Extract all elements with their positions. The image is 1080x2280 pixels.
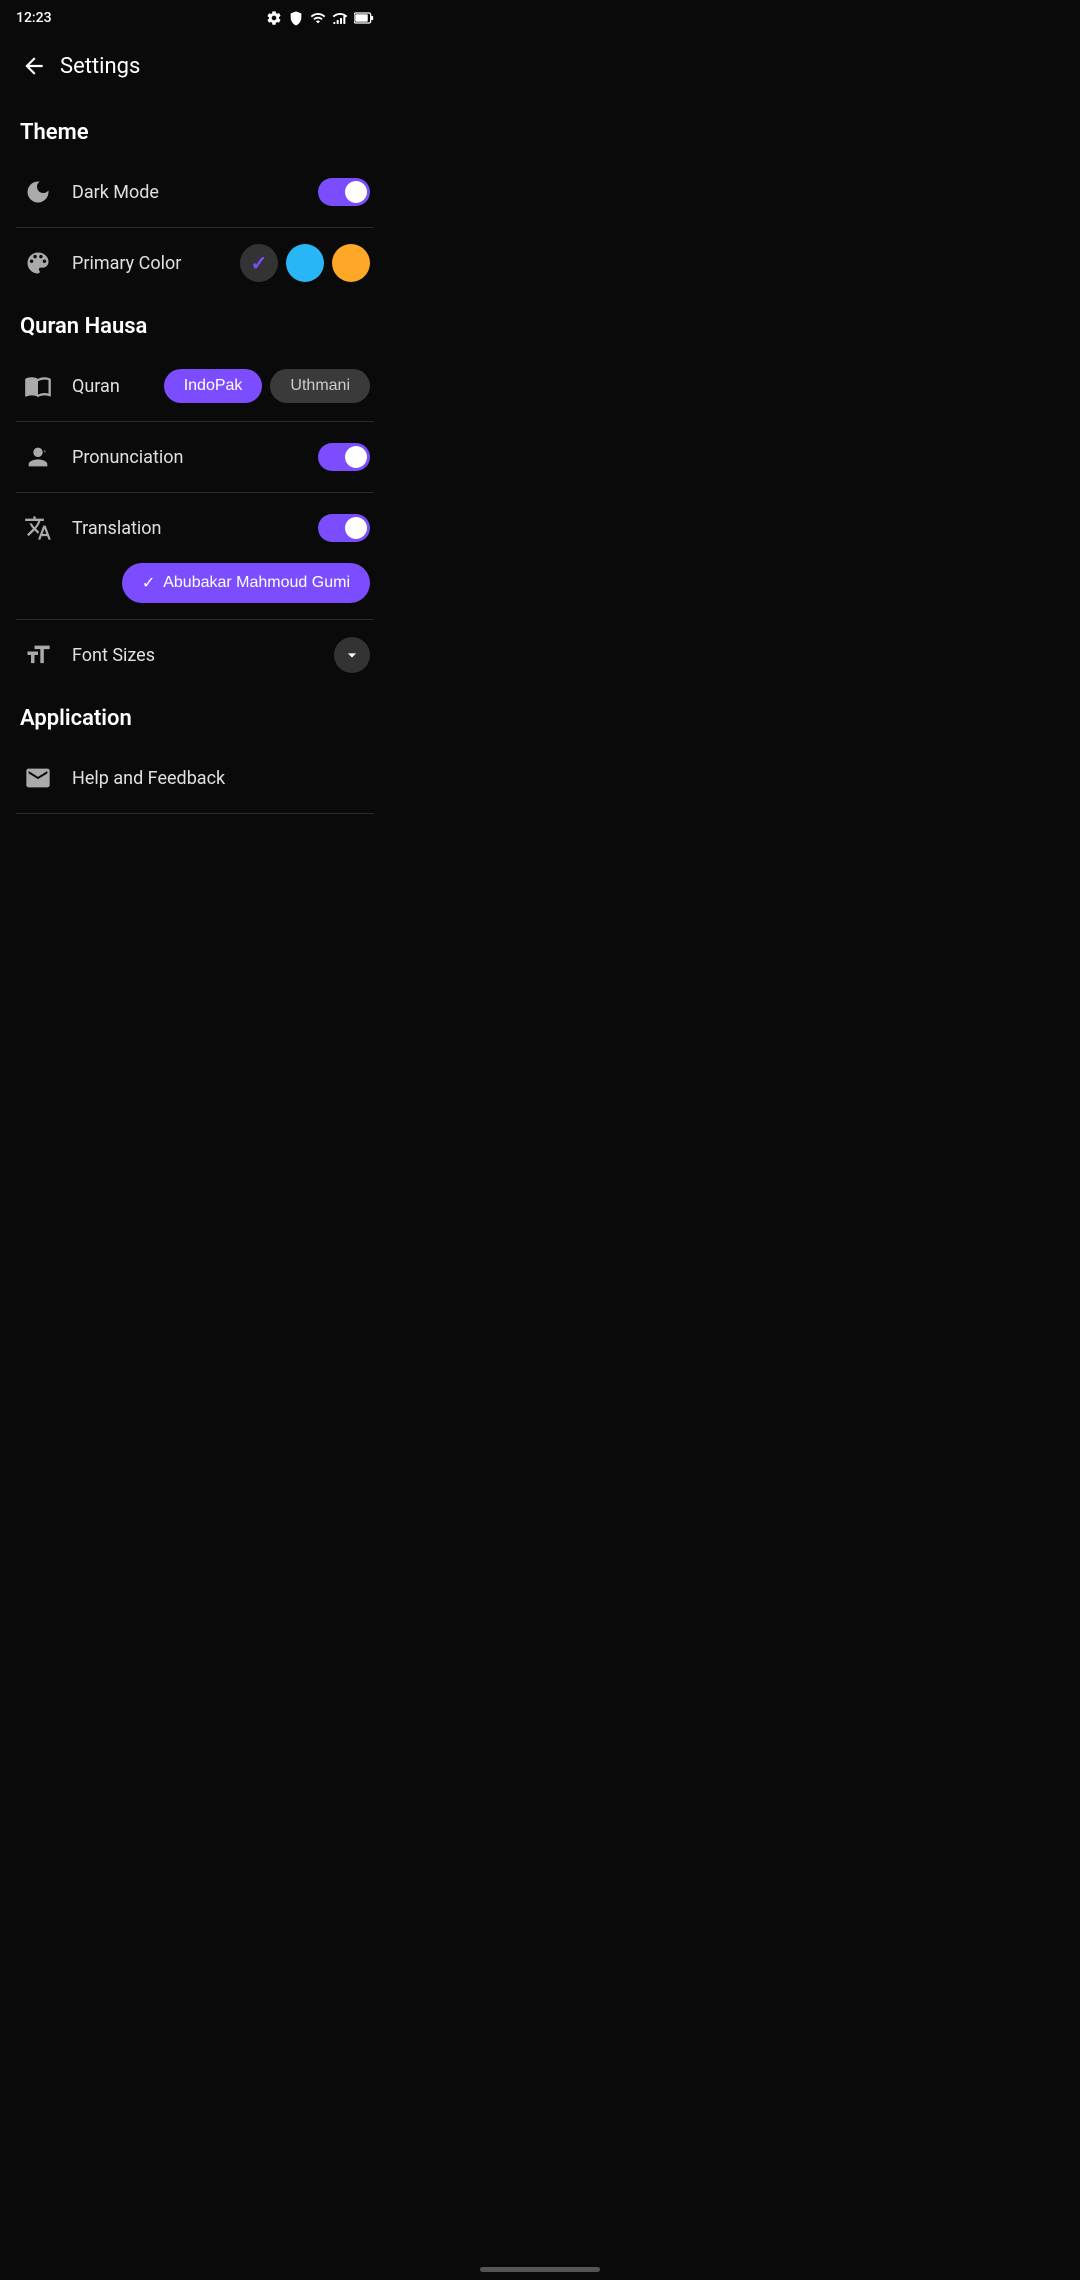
quran-icon xyxy=(20,368,56,404)
divider-5 xyxy=(16,813,374,814)
pronunciation-label: Pronunciation xyxy=(72,447,318,468)
theme-section: Theme Dark Mode Primary Color ✓ xyxy=(0,104,390,298)
translate-icon xyxy=(24,514,52,542)
settings-status-icon xyxy=(266,10,282,26)
translation-toggle-knob xyxy=(345,517,367,539)
pronunciation-toggle[interactable] xyxy=(318,443,370,471)
translation-label: Translation xyxy=(72,518,318,539)
dark-mode-label: Dark Mode xyxy=(72,182,318,203)
help-feedback-item[interactable]: Help and Feedback xyxy=(0,743,390,813)
translation-item[interactable]: Translation xyxy=(0,493,390,563)
application-section-header: Application xyxy=(0,690,390,743)
help-feedback-label: Help and Feedback xyxy=(72,768,370,789)
font-sizes-icon xyxy=(20,637,56,673)
quran-buttons: IndoPak Uthmani xyxy=(164,369,370,403)
translation-selector: ✓ Abubakar Mahmoud Gumi xyxy=(0,563,390,619)
quran-label: Quran xyxy=(72,376,164,397)
uthmani-button[interactable]: Uthmani xyxy=(270,369,370,403)
application-section: Application Help and Feedback xyxy=(0,690,390,814)
back-button[interactable] xyxy=(16,48,52,84)
pronunciation-item[interactable]: Pronunciation xyxy=(0,422,390,492)
font-sizes-dropdown[interactable] xyxy=(334,637,370,673)
translation-toggle[interactable] xyxy=(318,514,370,542)
dark-mode-icon xyxy=(20,174,56,210)
mail-icon xyxy=(24,764,52,792)
chevron-down-icon xyxy=(342,645,362,665)
dark-mode-toggle-knob xyxy=(345,181,367,203)
translation-selector-button[interactable]: ✓ Abubakar Mahmoud Gumi xyxy=(122,563,370,603)
theme-section-header: Theme xyxy=(0,104,390,157)
primary-color-item[interactable]: Primary Color ✓ xyxy=(0,228,390,298)
moon-icon xyxy=(24,178,52,206)
font-sizes-item[interactable]: Font Sizes xyxy=(0,620,390,690)
check-mark-icon: ✓ xyxy=(251,251,268,275)
book-icon xyxy=(24,372,52,400)
translation-icon xyxy=(20,510,56,546)
status-bar: 12:23 xyxy=(0,0,390,36)
dark-mode-toggle[interactable] xyxy=(318,178,370,206)
quran-hausa-section-header: Quran Hausa xyxy=(0,298,390,351)
primary-color-icon xyxy=(20,245,56,281)
header: Settings xyxy=(0,36,390,96)
help-feedback-icon xyxy=(20,760,56,796)
palette-icon xyxy=(24,249,52,277)
color-orange[interactable] xyxy=(332,244,370,282)
signal-icon xyxy=(332,10,348,26)
person-voice-icon xyxy=(24,443,52,471)
status-time: 12:23 xyxy=(16,10,52,26)
primary-color-label: Primary Color xyxy=(72,253,240,274)
status-icons xyxy=(266,10,374,26)
dark-mode-item[interactable]: Dark Mode xyxy=(0,157,390,227)
color-selected-check[interactable]: ✓ xyxy=(240,244,278,282)
wifi-icon xyxy=(310,10,326,26)
pronunciation-toggle-knob xyxy=(345,446,367,468)
translation-check-icon: ✓ xyxy=(142,573,155,593)
translation-selector-label: Abubakar Mahmoud Gumi xyxy=(163,574,350,592)
color-blue[interactable] xyxy=(286,244,324,282)
indopak-button[interactable]: IndoPak xyxy=(164,369,263,403)
pronunciation-icon xyxy=(20,439,56,475)
quran-item[interactable]: Quran IndoPak Uthmani xyxy=(0,351,390,421)
color-options: ✓ xyxy=(240,244,370,282)
page-title: Settings xyxy=(60,54,140,79)
dnd-status-icon xyxy=(288,10,304,26)
quran-hausa-section: Quran Hausa Quran IndoPak Uthmani Pronun… xyxy=(0,298,390,690)
home-indicator xyxy=(480,2267,600,2272)
battery-icon xyxy=(354,10,374,26)
back-icon xyxy=(21,53,47,79)
font-icon xyxy=(24,641,52,669)
font-sizes-label: Font Sizes xyxy=(72,645,334,666)
